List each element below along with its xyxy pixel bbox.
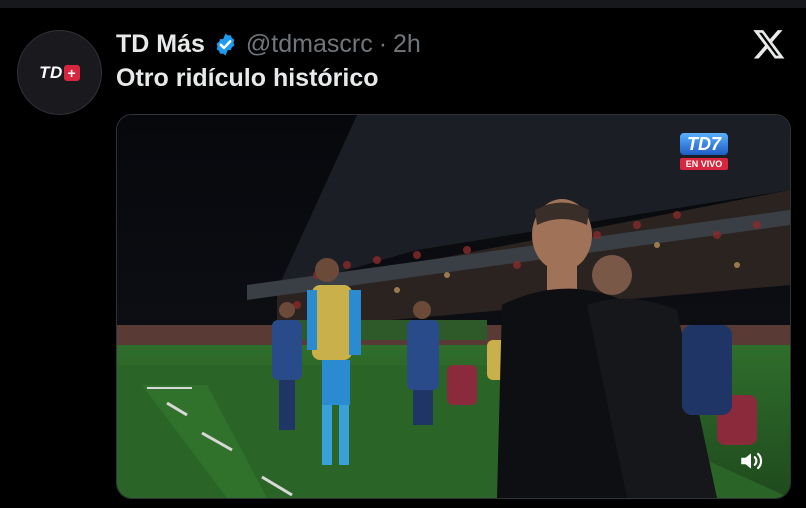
top-divider bbox=[0, 0, 806, 8]
display-name[interactable]: TD Más bbox=[116, 30, 205, 59]
speaker-wave-icon[interactable] bbox=[738, 448, 764, 474]
timestamp[interactable]: 2h bbox=[393, 30, 421, 59]
tweet-text: Otro ridículo histórico bbox=[116, 64, 379, 92]
tweet-media-video[interactable]: TD7 EN VIVO bbox=[116, 114, 791, 499]
x-logo-icon[interactable] bbox=[752, 27, 786, 61]
tweet-header: TD Más @tdmascrc · 2h bbox=[116, 27, 421, 61]
broadcast-channel-label: TD7 bbox=[680, 133, 728, 155]
live-badge: EN VIVO bbox=[680, 158, 728, 170]
handle[interactable]: @tdmascrc bbox=[246, 30, 373, 59]
stadium-scene-image bbox=[117, 115, 790, 498]
avatar[interactable]: TD + bbox=[17, 30, 102, 115]
broadcast-logo: TD7 EN VIVO bbox=[680, 133, 728, 170]
verified-badge-icon bbox=[216, 33, 235, 55]
separator-dot: · bbox=[378, 29, 388, 58]
avatar-logo: TD + bbox=[39, 63, 80, 83]
